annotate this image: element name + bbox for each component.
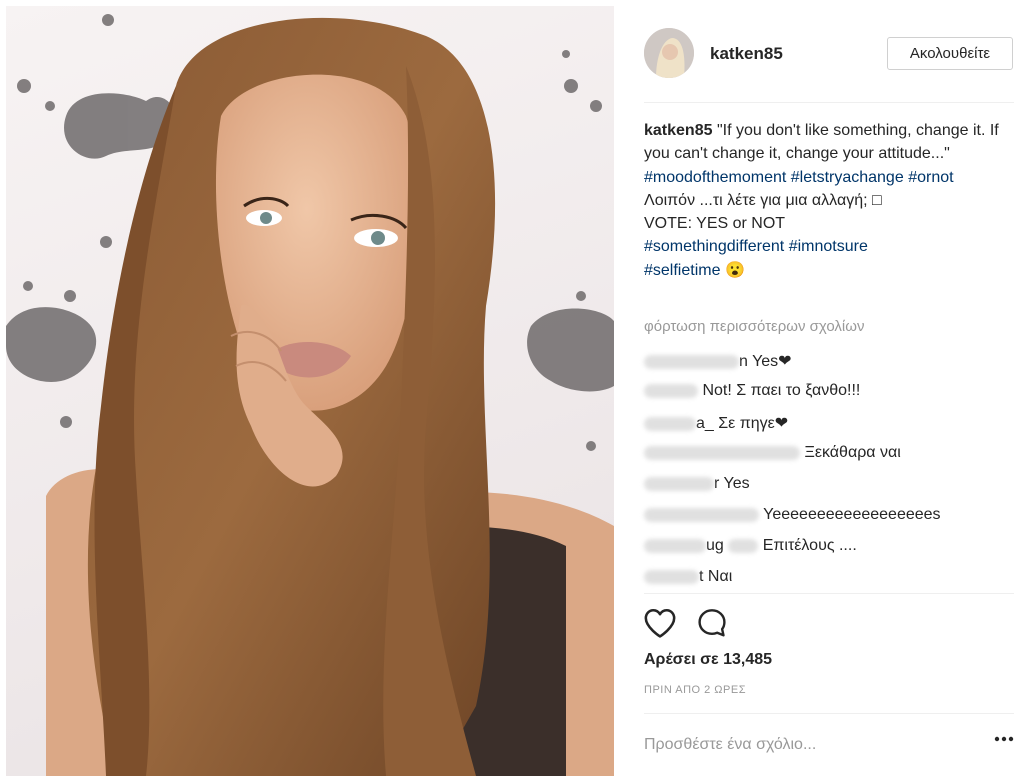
following-button[interactable]: Ακολουθείτε: [887, 37, 1013, 70]
comment: Ξεκάθαρα ναι: [644, 444, 901, 462]
comment-text: Σε πηγε❤: [718, 415, 789, 432]
hashtag-link[interactable]: #ornot: [908, 169, 953, 186]
divider: [644, 102, 1014, 103]
blurred-username: [728, 538, 759, 553]
comment-text: Επιτέλους ....: [762, 537, 857, 554]
add-comment-input[interactable]: [644, 730, 964, 760]
comment-text: Yes: [723, 475, 750, 492]
comment: ug Επιτέλους ....: [644, 537, 857, 555]
comment-username-fragment[interactable]: a_: [696, 415, 714, 432]
heart-icon[interactable]: [643, 607, 677, 639]
post-caption: katken85 "If you don't like something, c…: [644, 119, 1004, 282]
divider: [644, 593, 1014, 594]
post-header: katken85 Ακολουθείτε: [644, 26, 1014, 82]
caption-username[interactable]: katken85: [644, 122, 713, 139]
comment-username-fragment[interactable]: ug: [706, 537, 724, 554]
load-more-comments-link[interactable]: φόρτωση περισσότερων σχολίων: [644, 318, 864, 335]
comment: t Ναι: [644, 568, 732, 586]
more-options-icon[interactable]: [994, 736, 1014, 742]
comment: Yeeeeeeeeeeeeeeeeees: [644, 506, 941, 524]
comment-username-fragment[interactable]: t: [699, 568, 703, 585]
comment: n Yes❤: [644, 351, 792, 371]
comment-text: Not! Σ παει το ξανθο!!!: [702, 382, 861, 399]
avatar-image: [644, 28, 694, 78]
comment: r Yes: [644, 475, 750, 493]
avatar[interactable]: [644, 28, 694, 78]
hashtag-link[interactable]: #selfietime: [644, 262, 720, 279]
post-modal: katken85 Ακολουθείτε katken85 "If you do…: [0, 0, 1024, 782]
speech-bubble-icon[interactable]: [696, 607, 728, 639]
comment: Not! Σ παει το ξανθο!!!: [644, 382, 860, 400]
post-timestamp[interactable]: ΠΡΙΝ ΑΠΟ 2 ΩΡΕΣ: [644, 684, 746, 696]
surprised-emoji: 😮: [724, 261, 745, 279]
hashtag-link[interactable]: #moodofthemoment: [644, 169, 786, 186]
divider: [644, 713, 1014, 714]
caption-vote: VOTE: YES or NOT: [644, 215, 786, 233]
comment-text: Yes❤: [752, 353, 792, 370]
hashtag-link[interactable]: #letstryachange: [791, 169, 904, 186]
comment-username-fragment[interactable]: n: [739, 353, 748, 370]
blurred-username: [644, 383, 698, 398]
blurred-username: [644, 476, 714, 491]
blurred-username: [644, 507, 759, 522]
selfie-image: [6, 14, 614, 776]
likes-count[interactable]: Αρέσει σε 13,485: [644, 651, 772, 669]
blurred-username: [644, 354, 739, 369]
comment-text: Ξεκάθαρα ναι: [804, 444, 901, 461]
comment-text: Yeeeeeeeeeeeeeeeeees: [763, 506, 941, 523]
hashtag-link[interactable]: #imnotsure: [789, 238, 868, 255]
username[interactable]: katken85: [710, 44, 783, 64]
post-photo: [6, 6, 614, 776]
blurred-username: [644, 538, 706, 553]
comment-text: Ναι: [707, 568, 733, 585]
post-details-panel: katken85 Ακολουθείτε katken85 "If you do…: [614, 6, 1024, 776]
caption-question: Λοιπόν ...τι λέτε για μια αλλαγή; □: [644, 191, 882, 209]
comment: a_ Σε πηγε❤: [644, 413, 788, 433]
blurred-username: [644, 416, 696, 431]
blurred-username: [644, 569, 699, 584]
hashtag-link[interactable]: #somethingdifferent: [644, 238, 784, 255]
comment-username-fragment[interactable]: r: [714, 475, 719, 492]
blurred-username: [644, 445, 800, 460]
